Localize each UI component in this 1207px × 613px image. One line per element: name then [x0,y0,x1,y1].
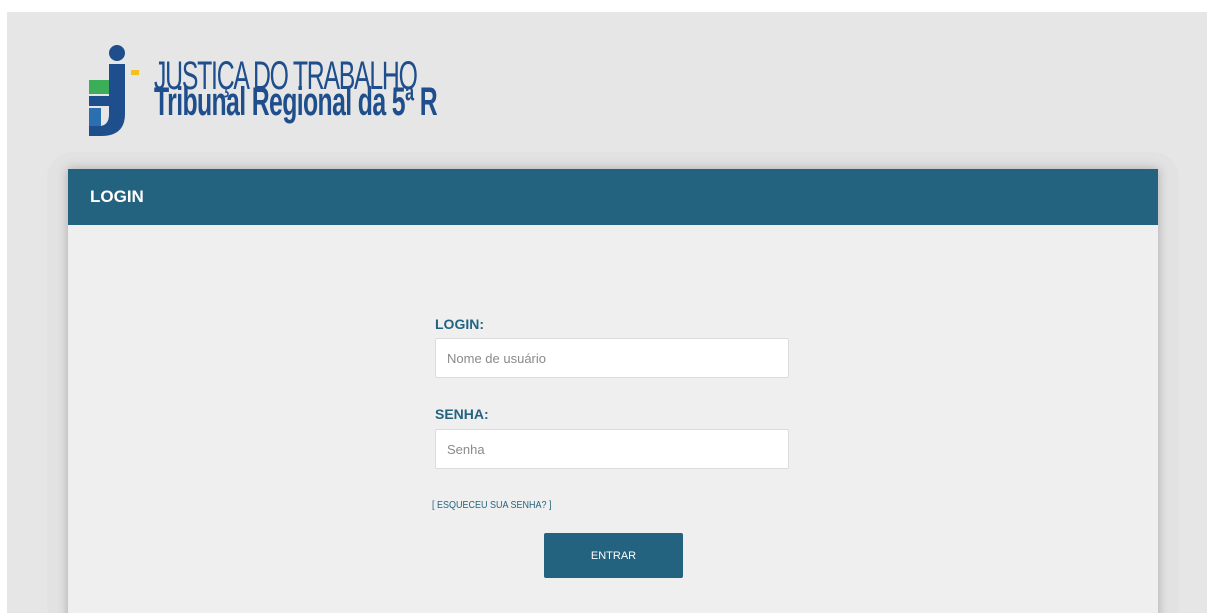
logo-subtitle: Tribunal Regional da 5ª R [154,80,438,124]
login-card: LOGIN LOGIN: SENHA: [ ESQUECEU SUA SENHA… [68,169,1158,613]
login-field-label: LOGIN: [435,316,484,332]
login-card-header: LOGIN [68,169,1158,225]
login-card-title: LOGIN [90,187,144,206]
login-submit-button[interactable]: ENTRAR [544,533,683,578]
password-field-label: SENHA: [435,406,489,422]
page-background: JUSTIÇA DO TRABALHO Tribunal Regional da… [7,12,1207,613]
justica-trabalho-logo: JUSTIÇA DO TRABALHO Tribunal Regional da… [79,44,499,139]
username-input[interactable] [435,338,789,378]
password-input[interactable] [435,429,789,469]
forgot-password-link[interactable]: [ ESQUECEU SUA SENHA? ] [432,501,552,511]
justica-logo-icon [89,45,139,136]
